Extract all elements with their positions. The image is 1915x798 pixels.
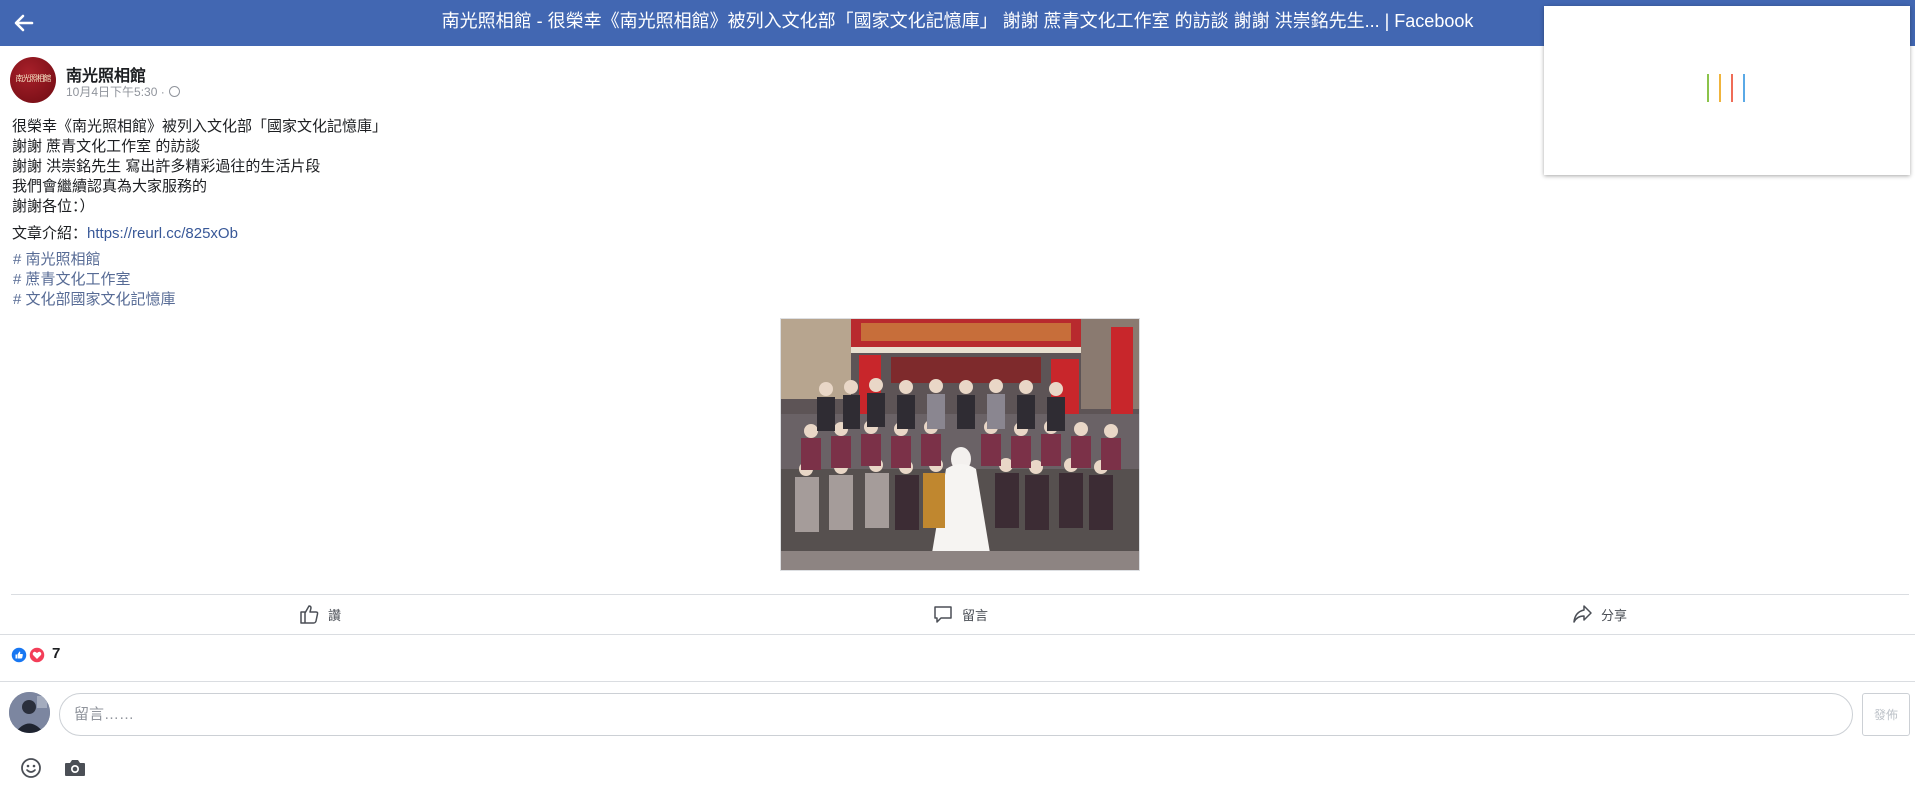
hashtag-link[interactable]: # 蔗青文化工作室: [13, 268, 131, 289]
article-line: 文章介紹：https://reurl.cc/825xOb: [12, 222, 238, 243]
page-avatar[interactable]: 南光照相館: [10, 57, 56, 103]
loading-bar: [1707, 74, 1709, 102]
post-text-line: 謝謝 洪崇銘先生 寫出許多精彩過往的生活片段: [12, 158, 321, 175]
article-prefix: 文章介紹：: [12, 225, 88, 242]
like-label: 讚: [328, 607, 342, 623]
divider: [11, 594, 1909, 595]
like-button[interactable]: 讚: [298, 600, 341, 628]
camera-icon[interactable]: [63, 757, 87, 779]
globe-icon: [168, 86, 180, 97]
emoji-icon[interactable]: [19, 756, 43, 780]
comment-icon: [934, 606, 952, 623]
loading-bar: [1719, 74, 1721, 102]
hashtag-link[interactable]: # 南光照相館: [13, 248, 101, 269]
post-text-line: 謝謝 蔗青文化工作室 的訪談: [12, 138, 201, 155]
post-text-line: 很榮幸《南光照相館》被列入文化部「國家文化記憶庫」: [12, 118, 388, 135]
post-timestamp[interactable]: 10月4日下午5:30 ·: [66, 83, 180, 100]
comment-label: 留言: [962, 607, 989, 623]
thumbs-up-icon: [300, 605, 319, 624]
post-text-line: 謝謝各位：）: [12, 198, 95, 215]
share-button[interactable]: 分享: [1571, 600, 1627, 628]
comment-button[interactable]: 留言: [932, 600, 988, 628]
loading-bar: [1731, 74, 1733, 102]
divider: [0, 681, 1915, 682]
post-photo[interactable]: [780, 318, 1140, 571]
wedding-photo-image: [781, 319, 1139, 570]
post-comment-button[interactable]: 發佈: [1862, 693, 1910, 736]
loading-spinner: [1707, 74, 1747, 104]
like-icon: [10, 646, 28, 664]
viewer-avatar: [9, 692, 50, 733]
share-label: 分享: [1601, 607, 1628, 623]
hashtag-link[interactable]: # 文化部國家文化記憶庫: [13, 288, 176, 309]
article-link[interactable]: https://reurl.cc/825xOb: [87, 225, 238, 242]
avatar-logo-text: 南光照相館: [15, 74, 52, 83]
comment-input[interactable]: [59, 693, 1853, 736]
post-text-line: 我們會繼續認真為大家服務的: [12, 178, 208, 195]
love-icon: [28, 646, 46, 664]
loading-bar: [1743, 74, 1745, 102]
share-icon: [1573, 605, 1592, 623]
reactions-icons[interactable]: [10, 646, 48, 664]
reaction-count[interactable]: 7: [52, 645, 60, 662]
loading-panel: [1544, 6, 1910, 175]
divider: [0, 634, 1915, 635]
timestamp-text: 10月4日下午5:30 ·: [66, 85, 165, 99]
